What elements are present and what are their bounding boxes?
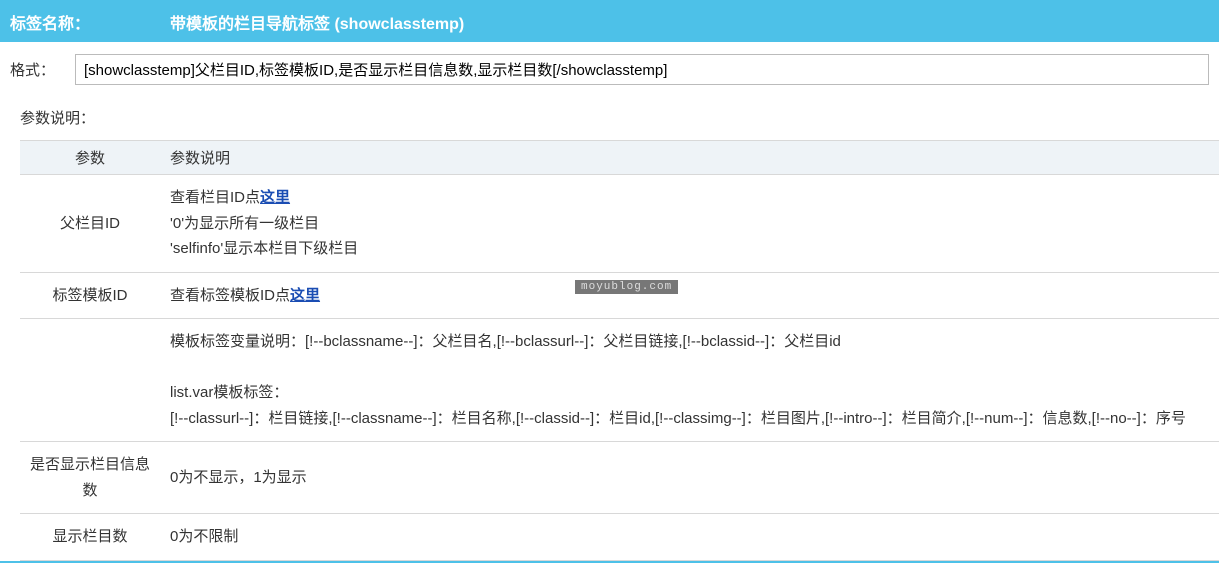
param-desc: 0为不显示，1为显示 — [160, 442, 1219, 514]
th-param: 参数 — [20, 141, 160, 175]
param-desc: 模板标签变量说明：[!--bclassname--]：父栏目名,[!--bcla… — [160, 319, 1219, 442]
header-label: 标签名称： — [10, 10, 170, 34]
param-name — [20, 319, 160, 442]
param-name: 父栏目ID — [20, 175, 160, 273]
format-label: 格式： — [10, 59, 75, 80]
param-table: 参数 参数说明 父栏目ID 查看栏目ID点这里 '0'为显示所有一级栏目 'se… — [20, 140, 1219, 561]
header-bar: 标签名称： 带模板的栏目导航标签 (showclasstemp) — [0, 0, 1219, 42]
table-row: 模板标签变量说明：[!--bclassname--]：父栏目名,[!--bcla… — [20, 319, 1219, 442]
param-name: 标签模板ID — [20, 272, 160, 319]
table-row: 父栏目ID 查看栏目ID点这里 '0'为显示所有一级栏目 'selfinfo'显… — [20, 175, 1219, 273]
table-header-row: 参数 参数说明 — [20, 141, 1219, 175]
table-row: 是否显示栏目信息数 0为不显示，1为显示 — [20, 442, 1219, 514]
link-here[interactable]: 这里 — [290, 287, 320, 304]
table-row: 显示栏目数 0为不限制 — [20, 514, 1219, 561]
param-name: 是否显示栏目信息数 — [20, 442, 160, 514]
param-name: 显示栏目数 — [20, 514, 160, 561]
link-here[interactable]: 这里 — [260, 189, 290, 206]
param-desc: 查看栏目ID点这里 '0'为显示所有一级栏目 'selfinfo'显示本栏目下级… — [160, 175, 1219, 273]
param-desc: 查看标签模板ID点这里 — [160, 272, 1219, 319]
watermark: moyublog.com — [575, 280, 678, 294]
param-desc: 0为不限制 — [160, 514, 1219, 561]
header-title: 带模板的栏目导航标签 (showclasstemp) — [170, 10, 464, 34]
format-input[interactable] — [75, 54, 1209, 85]
table-row: 标签模板ID 查看标签模板ID点这里 — [20, 272, 1219, 319]
format-row: 格式： — [0, 42, 1219, 103]
bottom-border — [0, 561, 1219, 563]
section-title: 参数说明： — [0, 103, 1219, 140]
th-desc: 参数说明 — [160, 141, 1219, 175]
